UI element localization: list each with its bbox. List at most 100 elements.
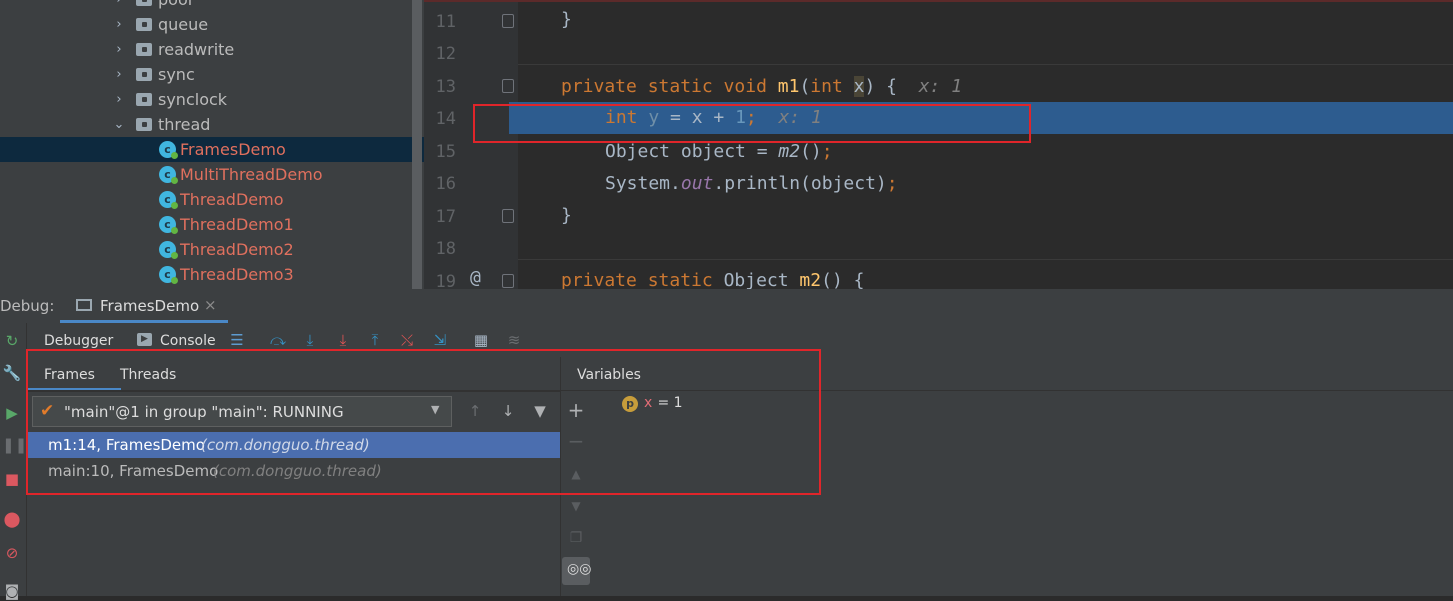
code-editor[interactable]: 11 12 13 14 15 16 17 18 19 @ } private s… <box>424 0 1453 289</box>
package-folder-icon <box>136 68 152 81</box>
fold-marker-icon[interactable] <box>502 274 514 288</box>
line-number: 18 <box>435 239 456 259</box>
tree-item-label: ThreadDemo3 <box>180 265 294 284</box>
code-line-19: private static Object m2() { <box>561 270 865 289</box>
fold-marker-icon[interactable] <box>502 79 514 93</box>
java-class-icon: c <box>159 141 178 159</box>
tree-item-threaddemo2[interactable]: c ThreadDemo2 <box>0 237 424 262</box>
line-number: 12 <box>435 44 456 64</box>
move-down-icon[interactable]: ▼ <box>567 497 585 515</box>
tree-scrollbar[interactable] <box>412 0 422 289</box>
package-folder-icon <box>136 43 152 56</box>
package-folder-icon <box>136 18 152 31</box>
code-line-11: } <box>561 9 572 30</box>
package-folder-icon <box>136 93 152 106</box>
step-out-icon[interactable]: ⤒ <box>366 331 384 349</box>
method-separator <box>518 259 1453 260</box>
stop-icon[interactable]: ■ <box>2 469 22 489</box>
session-tab-label: FramesDemo <box>100 297 200 315</box>
pause-icon[interactable]: ❚❚ <box>2 435 27 455</box>
run-to-cursor-icon[interactable]: ⇲ <box>431 331 449 349</box>
run-config-icon <box>76 299 92 311</box>
tree-item-label: ThreadDemo1 <box>180 215 294 234</box>
step-over-icon[interactable]: ⤼ <box>269 331 287 349</box>
show-watches-toggle[interactable]: ◎◎ <box>562 557 592 585</box>
java-class-icon: c <box>159 241 178 259</box>
overrides-marker-icon[interactable]: @ <box>470 267 481 288</box>
line-number: 16 <box>435 174 456 194</box>
chevron-down-icon[interactable]: ⌄ <box>112 112 126 137</box>
fold-marker-icon[interactable] <box>502 14 514 28</box>
layout-menu-icon[interactable]: ☰ <box>228 331 246 349</box>
drop-frame-icon[interactable]: ⤯ <box>398 331 416 349</box>
tree-item-label: readwrite <box>158 40 235 59</box>
console-icon: ▶ <box>137 333 152 346</box>
tree-item-label: ThreadDemo <box>180 190 284 209</box>
tree-item-synclock[interactable]: › synclock <box>0 87 424 112</box>
debug-label: Debug: <box>0 297 55 315</box>
package-folder-icon <box>136 0 152 6</box>
tree-item-threaddemo3[interactable]: c ThreadDemo3 <box>0 262 424 287</box>
tree-item-sync[interactable]: › sync <box>0 62 424 87</box>
chevron-right-icon[interactable]: › <box>112 62 126 87</box>
tree-item-label: thread <box>158 115 211 134</box>
tab-console[interactable]: Console <box>160 333 216 349</box>
chevron-right-icon[interactable]: › <box>112 37 126 62</box>
resume-icon[interactable]: ▶ <box>2 403 22 423</box>
java-class-icon: c <box>159 216 178 234</box>
line-number: 11 <box>435 12 456 32</box>
java-class-icon: c <box>159 166 178 184</box>
line-number: 14 <box>435 109 456 129</box>
force-step-into-icon[interactable]: ⤓ <box>334 331 352 349</box>
session-tab-framesdemo[interactable]: FramesDemo × <box>60 289 228 323</box>
code-line-16: System.out.println(object); <box>605 173 898 194</box>
tree-item-label: sync <box>158 65 195 84</box>
tree-item-multithreaddemo[interactable]: c MultiThreadDemo <box>0 162 424 187</box>
tab-debugger[interactable]: Debugger <box>44 333 113 349</box>
fold-marker-icon[interactable] <box>502 209 514 223</box>
chevron-right-icon[interactable]: › <box>112 12 126 37</box>
camera-icon[interactable]: ◙ <box>2 581 22 601</box>
package-folder-icon <box>136 118 152 131</box>
wrench-icon[interactable]: 🔧 <box>2 363 22 383</box>
copy-icon[interactable]: ❐ <box>567 529 585 547</box>
trace-stream-icon[interactable]: ≋ <box>505 331 523 349</box>
java-class-icon: c <box>159 191 178 209</box>
line-number: 13 <box>435 77 456 97</box>
highlight-box-frames-variables <box>26 349 821 495</box>
tree-item-pool[interactable]: › pool <box>0 0 424 12</box>
tree-item-label: pool <box>158 0 192 12</box>
line-number: 19 <box>435 272 456 289</box>
breakpoint-line-edge <box>424 0 1453 2</box>
tree-item-label: MultiThreadDemo <box>180 165 323 184</box>
tree-item-threaddemo[interactable]: c ThreadDemo <box>0 187 424 212</box>
evaluate-expression-icon[interactable]: ▦ <box>472 331 490 349</box>
project-tree: › pool › queue › readwrite › sync › sync… <box>0 0 424 289</box>
tree-item-label: FramesDemo <box>180 140 286 159</box>
java-class-icon: c <box>159 266 178 284</box>
method-separator <box>518 64 1453 65</box>
tree-item-thread[interactable]: ⌄ thread <box>0 112 424 137</box>
rerun-icon[interactable]: ↻ <box>2 331 22 351</box>
tree-item-framesdemo[interactable]: c FramesDemo <box>0 137 424 162</box>
close-icon[interactable]: × <box>204 296 217 314</box>
chevron-right-icon[interactable]: › <box>112 87 126 112</box>
tree-item-queue[interactable]: › queue <box>0 12 424 37</box>
line-number: 17 <box>435 207 456 227</box>
debug-tool-window-header: Debug: FramesDemo × <box>0 289 1453 323</box>
code-line-17: } <box>561 205 572 226</box>
glasses-icon: ◎◎ <box>567 561 592 577</box>
tree-item-label: queue <box>158 15 209 34</box>
step-into-icon[interactable]: ⤓ <box>301 331 319 349</box>
code-line-13: private static void m1(int x) { x: 1 <box>561 76 963 97</box>
highlight-box-current-line <box>473 104 1031 143</box>
chevron-right-icon[interactable]: › <box>112 0 126 12</box>
tree-item-threaddemo1[interactable]: c ThreadDemo1 <box>0 212 424 237</box>
tree-item-label: synclock <box>158 90 228 109</box>
mute-breakpoints-icon[interactable]: ⊘ <box>2 543 22 563</box>
tree-item-label: ThreadDemo2 <box>180 240 294 259</box>
view-breakpoints-icon[interactable]: ⬤ <box>2 509 22 529</box>
debug-actions-sidebar: ↻ 🔧 ▶ ❚❚ ■ ⬤ ⊘ ◙ <box>0 323 27 600</box>
tree-item-readwrite[interactable]: › readwrite <box>0 37 424 62</box>
line-number: 15 <box>435 142 456 162</box>
